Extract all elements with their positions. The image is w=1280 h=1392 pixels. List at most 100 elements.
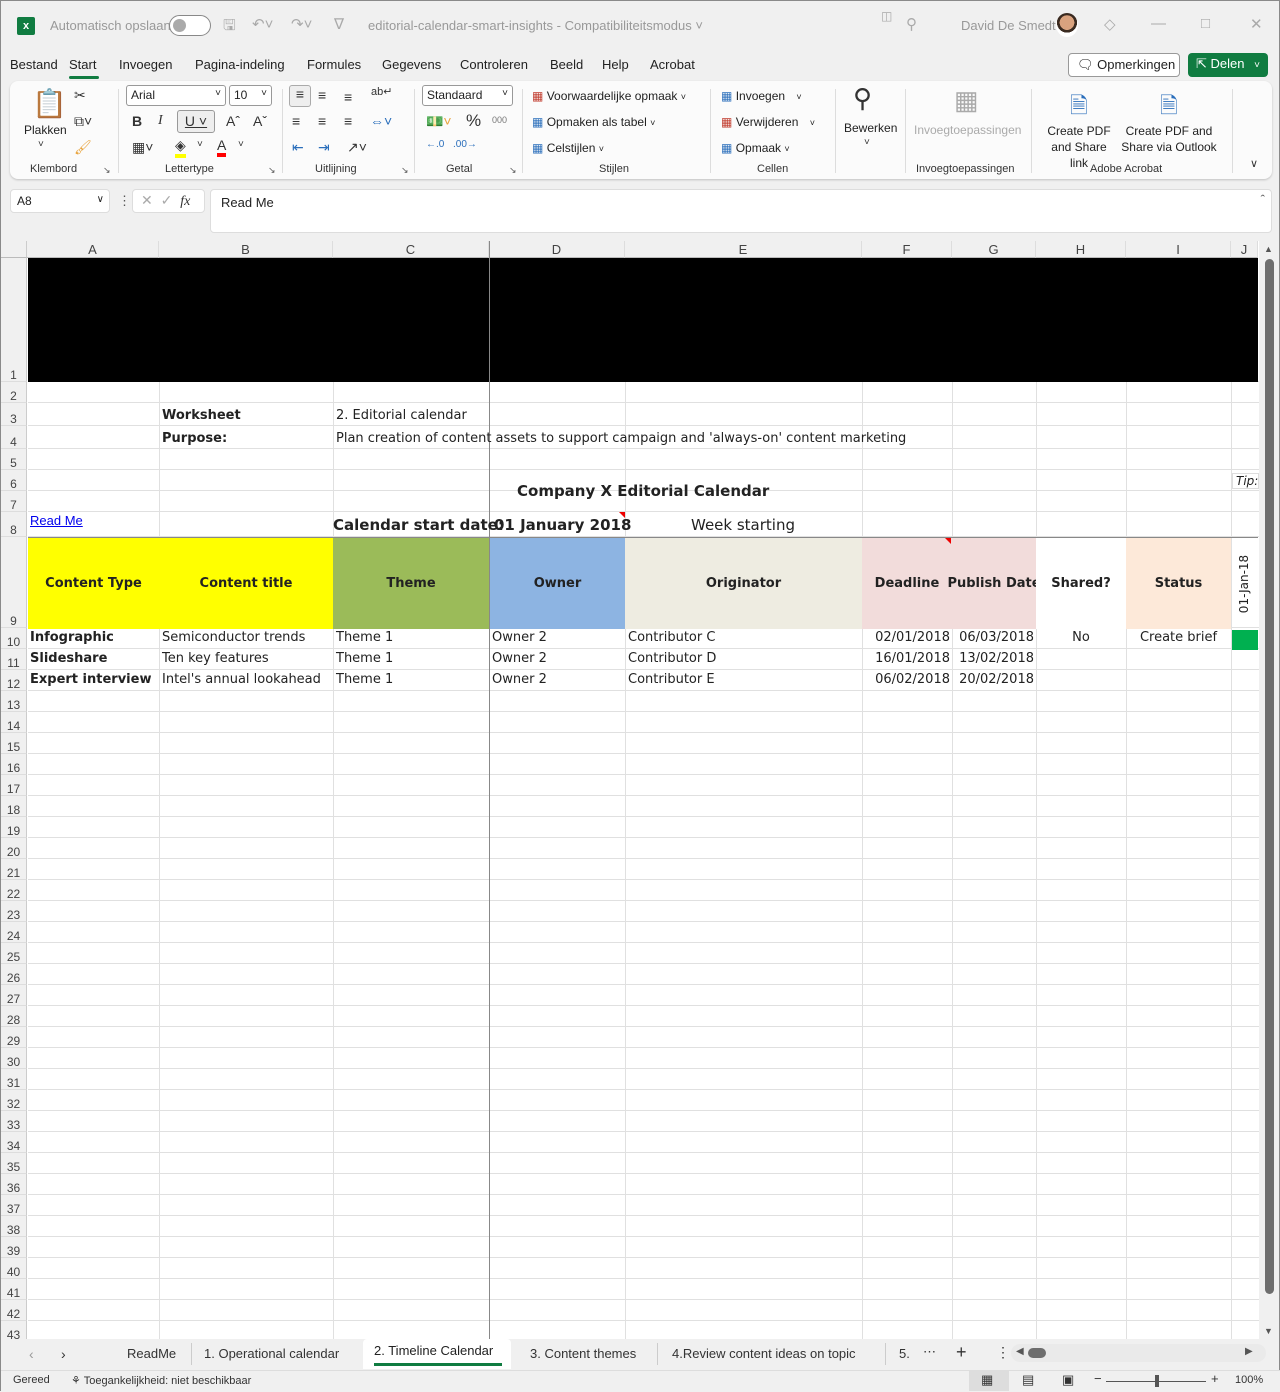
increase-indent-icon[interactable]: ⇥ xyxy=(318,139,330,156)
copy-icon[interactable]: ⧉˅ xyxy=(74,113,92,130)
cell-owner[interactable]: Owner 2 xyxy=(489,651,547,666)
chevron-down-icon[interactable]: ˅ xyxy=(197,139,203,150)
tip-cell[interactable]: Tip: xyxy=(1232,473,1259,489)
accessibility-status[interactable]: ⚘ Toegankelijkheid: niet beschikbaar xyxy=(71,1374,251,1387)
cell-theme[interactable]: Theme 1 xyxy=(333,651,393,666)
tab-content-themes[interactable]: 3. Content themes xyxy=(530,1346,636,1361)
paste-button[interactable]: Plakken xyxy=(24,123,67,137)
cell-title[interactable]: Ten key features xyxy=(159,651,269,666)
row-header-16[interactable]: 16 xyxy=(1,754,27,775)
autosave-toggle[interactable] xyxy=(169,15,211,36)
week-column-header[interactable]: 01-Jan-18 xyxy=(1231,538,1258,629)
worksheet-value[interactable]: 2. Editorial calendar xyxy=(333,408,467,423)
cell-theme[interactable]: Theme 1 xyxy=(333,672,393,687)
cell-publish[interactable]: 06/03/2018 xyxy=(952,630,1034,645)
underline-button[interactable]: U ˅ xyxy=(177,110,215,133)
cell-originator[interactable]: Contributor E xyxy=(625,672,715,687)
page-break-view-icon[interactable]: ▣ xyxy=(1062,1372,1074,1388)
row-header-42[interactable]: 42 xyxy=(1,1300,27,1321)
bold-button[interactable]: B xyxy=(132,113,142,129)
dialog-launcher-icon[interactable]: ↘ xyxy=(509,165,517,176)
insert-function-icon[interactable]: fx xyxy=(180,194,190,209)
format-cells-button[interactable]: ▦ Opmaak ˅ xyxy=(721,141,790,155)
cell-title[interactable]: Intel's annual lookahead xyxy=(159,672,321,687)
increase-decimal-icon[interactable]: ←.0 xyxy=(426,139,444,150)
close-icon[interactable]: ✕ xyxy=(1250,15,1263,33)
row-header-33[interactable]: 33 xyxy=(1,1111,27,1132)
row-header-4[interactable]: 4 xyxy=(1,426,27,449)
menu-formules[interactable]: Formules xyxy=(307,57,361,72)
dialog-launcher-icon[interactable]: ↘ xyxy=(401,165,409,176)
tab-operational-calendar[interactable]: 1. Operational calendar xyxy=(204,1346,339,1361)
cell-publish[interactable]: 20/02/2018 xyxy=(952,672,1034,687)
row-header-12[interactable]: 12 xyxy=(1,670,27,691)
menu-start[interactable]: Start xyxy=(69,57,96,72)
cell-title[interactable]: Semiconductor trends xyxy=(159,630,305,645)
horizontal-scrollbar[interactable] xyxy=(1011,1344,1266,1362)
row-header-35[interactable]: 35 xyxy=(1,1153,27,1174)
more-tabs-icon[interactable]: ⋯ xyxy=(923,1344,936,1360)
header-content-title[interactable]: Content title xyxy=(159,538,333,629)
week-marker[interactable] xyxy=(1232,630,1258,650)
header-shared[interactable]: Shared? xyxy=(1036,538,1126,629)
worksheet-label[interactable]: Worksheet xyxy=(159,408,241,423)
row-header-6[interactable]: 6 xyxy=(1,470,27,491)
column-header-d[interactable]: D xyxy=(489,241,625,258)
cell-owner[interactable]: Owner 2 xyxy=(489,630,547,645)
row-header-27[interactable]: 27 xyxy=(1,985,27,1006)
zoom-level[interactable]: 100% xyxy=(1235,1374,1263,1386)
row-header-23[interactable]: 23 xyxy=(1,901,27,922)
cell-publish[interactable]: 13/02/2018 xyxy=(952,651,1034,666)
row-header-41[interactable]: 41 xyxy=(1,1279,27,1300)
start-date-label[interactable]: Calendar start date: xyxy=(330,516,504,534)
header-content-type[interactable]: Content Type xyxy=(28,538,159,629)
normal-view-icon[interactable]: ▦ xyxy=(981,1372,993,1388)
tab-split-handle-icon[interactable]: ⋮ xyxy=(996,1344,1010,1361)
fill-color-icon[interactable]: ◈ xyxy=(175,137,186,158)
share-button[interactable]: ⇱ Delen ˅ xyxy=(1188,53,1268,77)
row-header-10[interactable]: 10 xyxy=(1,628,27,649)
borders-icon[interactable]: ▦˅ xyxy=(132,139,153,156)
row-header-26[interactable]: 26 xyxy=(1,964,27,985)
header-originator[interactable]: Originator xyxy=(625,538,862,629)
user-name[interactable]: David De Smedt xyxy=(961,18,1056,33)
cut-icon[interactable]: ✂ xyxy=(74,87,86,104)
menu-pagina-indeling[interactable]: Pagina-indeling xyxy=(195,57,285,72)
menu-gegevens[interactable]: Gegevens xyxy=(382,57,441,72)
align-bottom-icon[interactable]: ≡ xyxy=(344,89,352,105)
column-header-c[interactable]: C xyxy=(333,241,489,258)
menu-acrobat[interactable]: Acrobat xyxy=(650,57,695,72)
column-header-h[interactable]: H xyxy=(1036,241,1126,258)
dialog-launcher-icon[interactable]: ↘ xyxy=(103,165,111,176)
column-header-e[interactable]: E xyxy=(625,241,862,258)
merge-center-icon[interactable]: ⇔˅ xyxy=(370,113,392,129)
menu-beeld[interactable]: Beeld xyxy=(550,57,583,72)
horizontal-scroll-thumb[interactable] xyxy=(1028,1348,1046,1358)
paste-icon[interactable]: 📋 xyxy=(32,87,67,120)
percent-icon[interactable]: % xyxy=(466,111,481,131)
row-header-1[interactable]: 1 xyxy=(1,258,27,382)
decrease-decimal-icon[interactable]: .00→ xyxy=(453,139,477,150)
scroll-right-icon[interactable]: ▶ xyxy=(1245,1346,1253,1357)
scroll-down-icon[interactable]: ▼ xyxy=(1264,1326,1273,1336)
cell-type[interactable]: Expert interview xyxy=(27,672,151,687)
row-header-37[interactable]: 37 xyxy=(1,1195,27,1216)
align-top-icon[interactable]: ≡ xyxy=(289,85,311,107)
tab-readme[interactable]: ReadMe xyxy=(127,1346,176,1361)
spreadsheet-grid[interactable]: ABCDEFGHIJ 1 2 3 4 5 6 7 8 9 10 11 12 13 14 15 16 17 18 19… xyxy=(1,241,1259,1339)
editing-button[interactable]: Bewerken xyxy=(844,121,897,135)
purpose-value[interactable]: Plan creation of content assets to suppo… xyxy=(333,431,906,446)
coauthoring-icon[interactable]: ◫ xyxy=(881,9,892,23)
row-header-21[interactable]: 21 xyxy=(1,859,27,880)
cancel-icon[interactable]: ✕ xyxy=(141,192,153,208)
cell-theme[interactable]: Theme 1 xyxy=(333,630,393,645)
chevron-down-icon[interactable]: ˅ xyxy=(38,139,44,150)
redo-icon[interactable]: ↷˅ xyxy=(291,15,312,33)
name-box[interactable]: A8 ∨ xyxy=(10,189,110,213)
row-header-17[interactable]: 17 xyxy=(1,775,27,796)
formula-input[interactable]: Read Me ˆ xyxy=(210,189,1272,233)
cell-type[interactable]: Infographic xyxy=(27,630,114,645)
comment-indicator[interactable] xyxy=(619,512,625,518)
save-icon[interactable]: 🖫 xyxy=(223,15,236,40)
row-header-34[interactable]: 34 xyxy=(1,1132,27,1153)
